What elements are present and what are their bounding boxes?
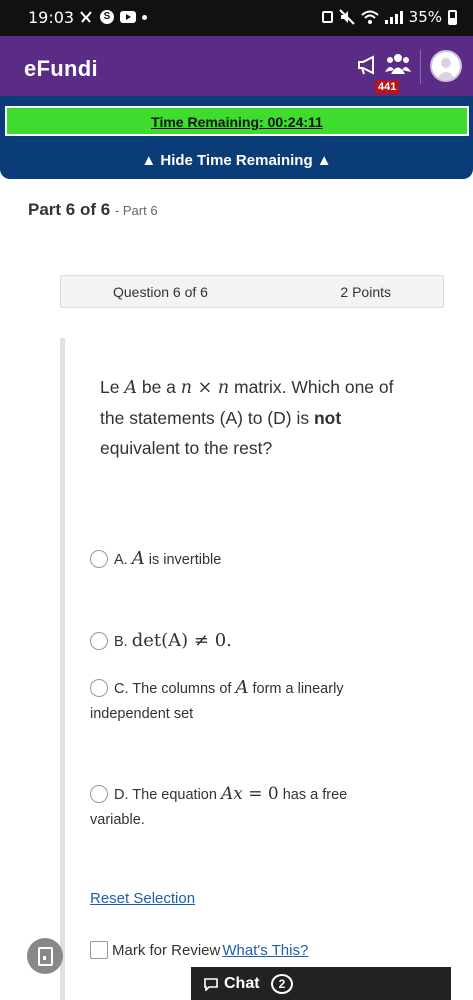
- notification-icons: S: [78, 9, 147, 25]
- whats-this-link[interactable]: What's This?: [222, 942, 308, 959]
- battery-icon: [448, 9, 457, 25]
- app-header: eFundi 441: [0, 36, 473, 96]
- battery-percent: 35%: [408, 8, 442, 26]
- megaphone-icon[interactable]: [357, 54, 379, 76]
- question-left-border: [60, 338, 65, 1000]
- clock: 19:03: [28, 8, 75, 27]
- avatar-icon[interactable]: [430, 50, 462, 82]
- option-b-radio[interactable]: [90, 632, 108, 650]
- chat-label: Chat: [224, 975, 260, 992]
- people-icon[interactable]: [385, 52, 411, 76]
- option-b[interactable]: B. det(A) ≠ 0.: [90, 628, 400, 655]
- option-a-radio[interactable]: [90, 550, 108, 568]
- lock-icon: [321, 11, 333, 23]
- mark-for-review-checkbox[interactable]: [90, 941, 108, 959]
- chat-button[interactable]: Chat 2: [191, 967, 451, 1000]
- chat-count-badge: 2: [271, 974, 293, 994]
- timer-panel: Time Remaining: 00:24:11 ▲ Hide Time Rem…: [0, 96, 473, 179]
- hide-time-remaining-button[interactable]: ▲ Hide Time Remaining ▲: [0, 152, 473, 169]
- question-header: Question 6 of 6 2 Points: [60, 275, 444, 308]
- option-c-radio[interactable]: [90, 679, 108, 697]
- mute-icon: [338, 9, 355, 25]
- alarm-icon: [80, 11, 92, 23]
- chat-bubble-icon: [204, 978, 218, 991]
- signal-icon: [384, 10, 403, 24]
- app-logo[interactable]: eFundi: [24, 56, 98, 82]
- more-dot-icon: [142, 14, 147, 20]
- status-bar: 19:03 S 35%: [0, 0, 473, 36]
- mark-for-review-label: Mark for Review: [112, 941, 221, 959]
- wifi-icon: [360, 10, 379, 24]
- option-d[interactable]: D. The equation Ax = 0 has a free variab…: [90, 782, 400, 833]
- part-subtitle: - Part 6: [114, 203, 158, 218]
- chat-label-group: Chat: [203, 975, 260, 993]
- header-divider: [420, 50, 421, 84]
- option-a[interactable]: A. A is invertible: [90, 546, 400, 573]
- part-title: Part 6 of 6 - Part 6: [28, 200, 158, 220]
- device-icon[interactable]: [27, 938, 63, 974]
- question-number: Question 6 of 6: [113, 284, 208, 300]
- notification-badge: 441: [375, 80, 400, 94]
- question-points: 2 Points: [340, 284, 391, 300]
- part-title-text: Part 6 of 6: [28, 200, 111, 219]
- youtube-icon: [120, 11, 136, 23]
- time-remaining-text: Time Remaining: 00:24:11: [151, 114, 323, 130]
- question-text: Le A be a n × n matrix. Which one of the…: [100, 377, 394, 458]
- time-remaining-bar: Time Remaining: 00:24:11: [5, 106, 469, 136]
- s-circle-icon: S: [100, 10, 114, 24]
- reset-selection-link[interactable]: Reset Selection: [90, 890, 195, 907]
- option-c[interactable]: C. The columns of A form a linearly inde…: [90, 675, 400, 727]
- mark-for-review[interactable]: Mark for Review What's This?: [90, 941, 308, 959]
- option-d-radio[interactable]: [90, 785, 108, 803]
